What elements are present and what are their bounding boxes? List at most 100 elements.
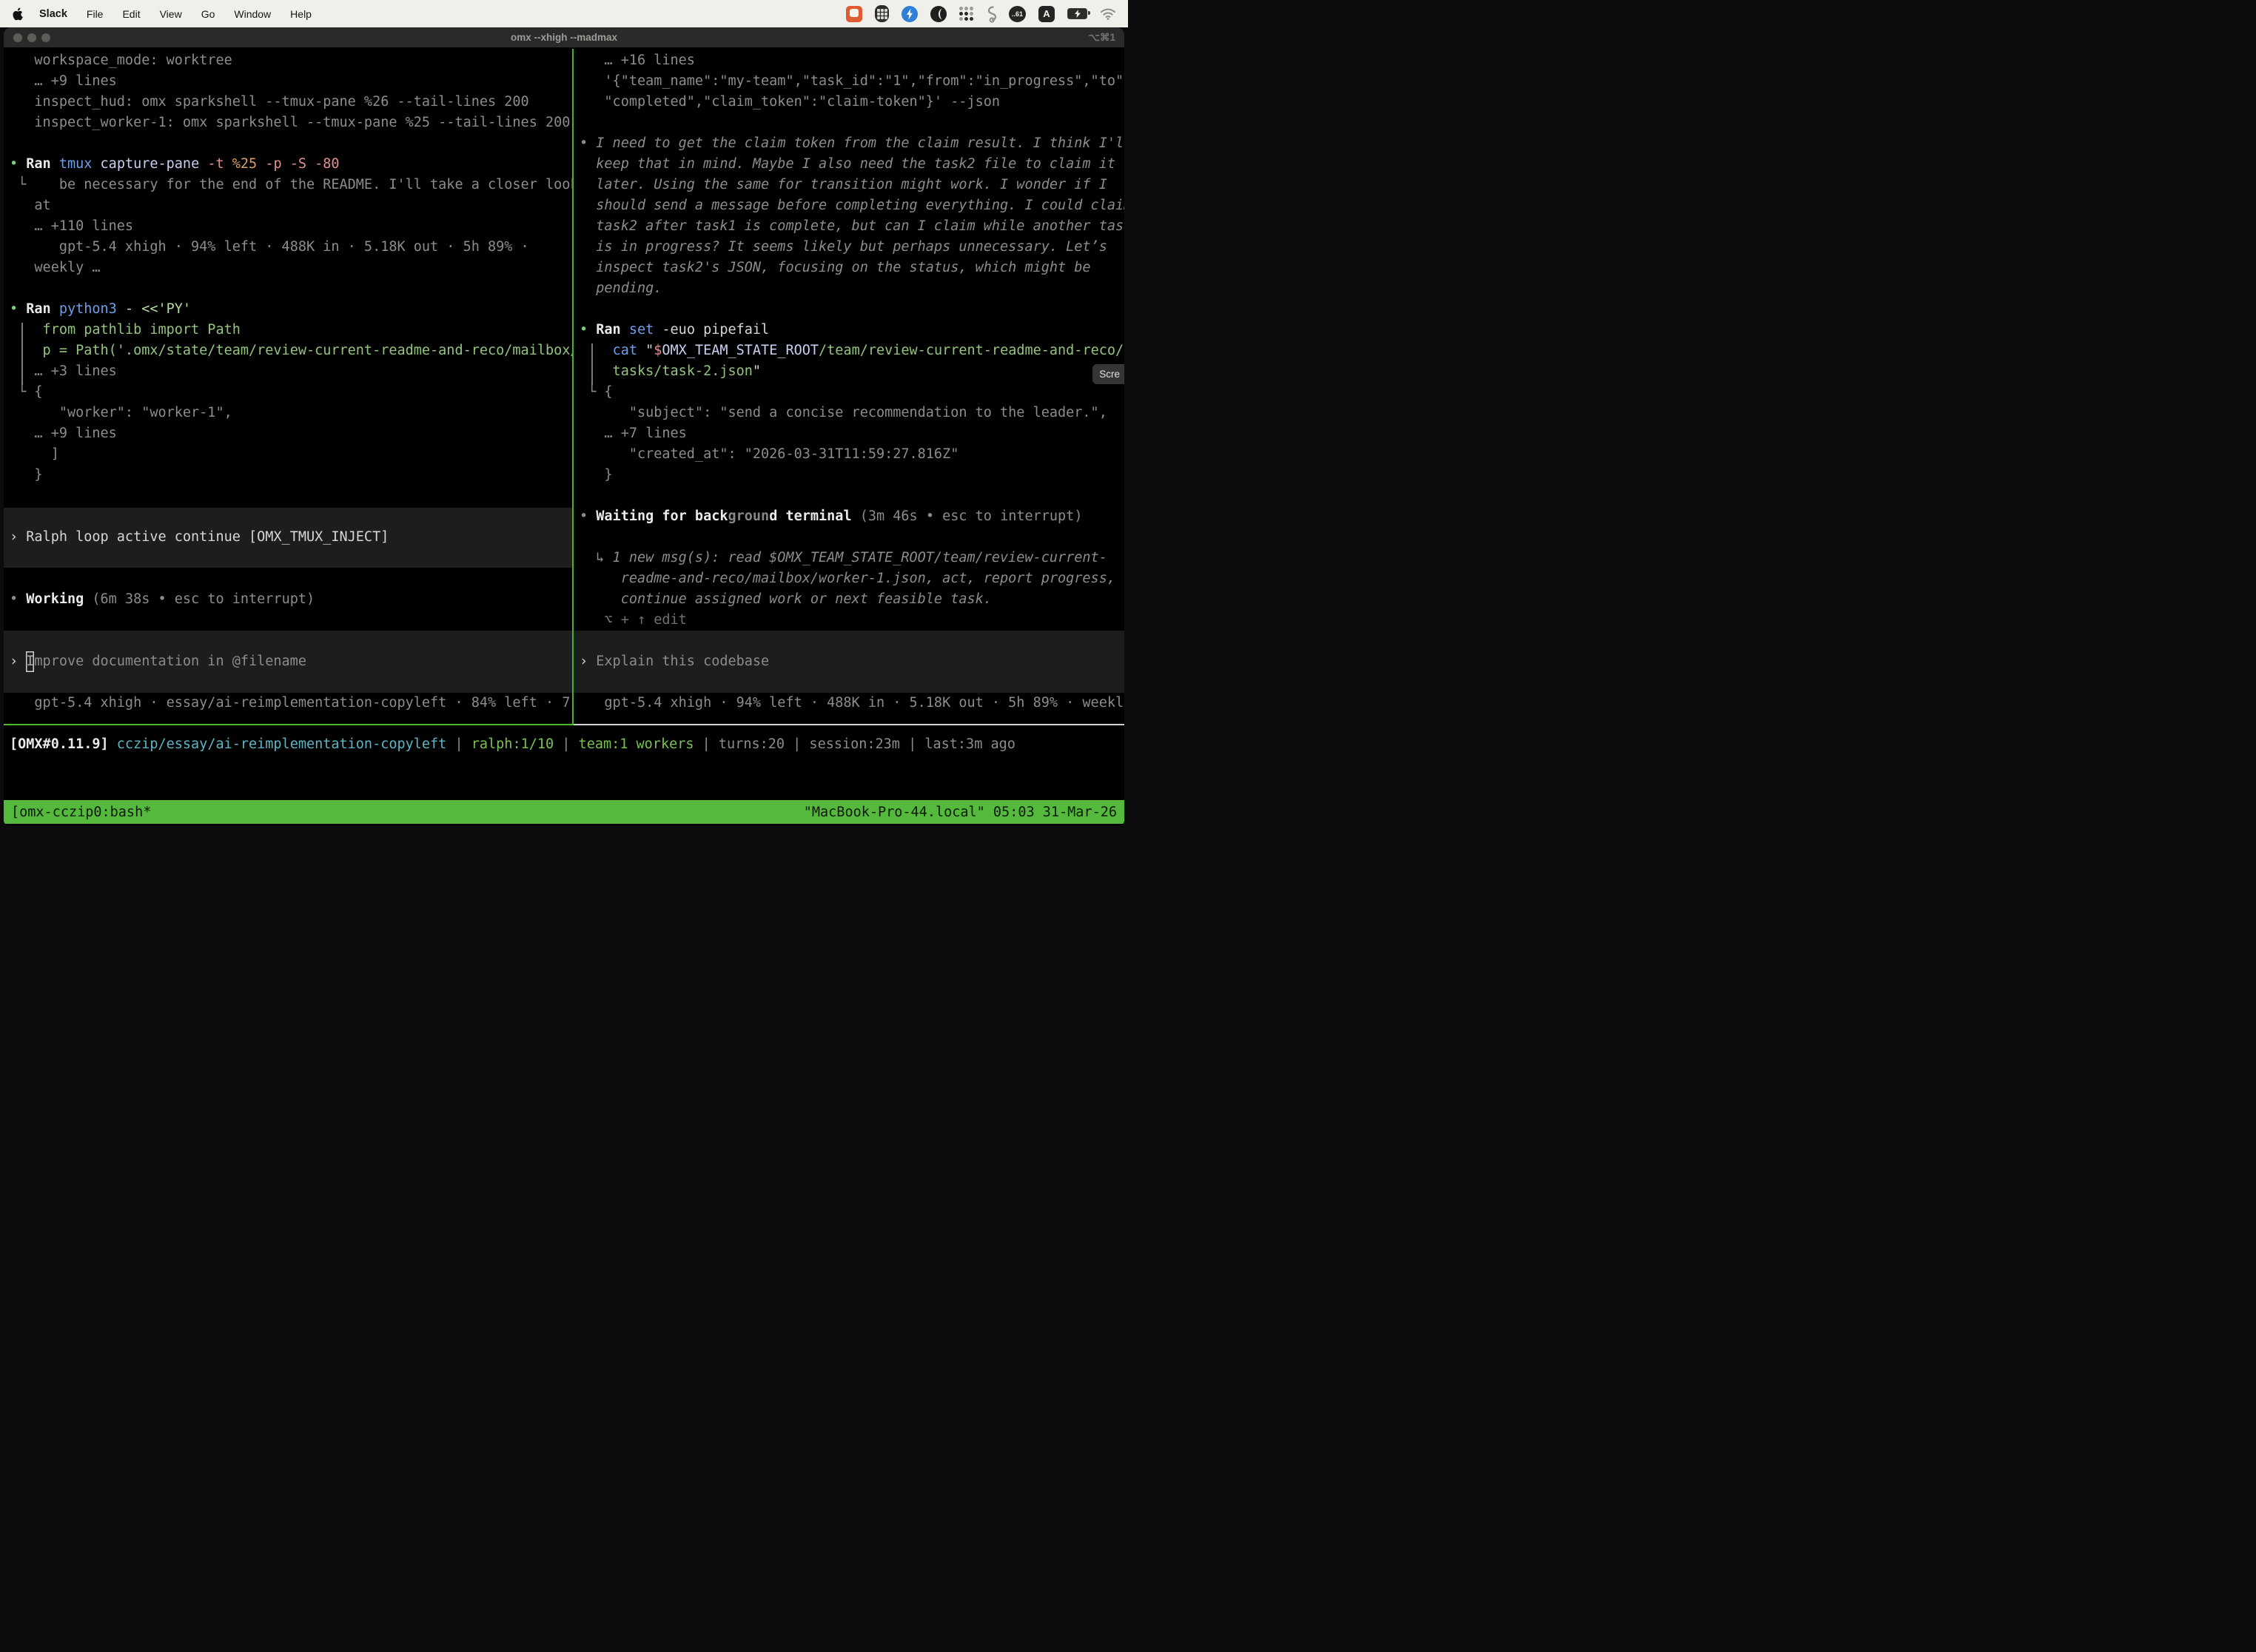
terminal-row: • Ran set -euo pipefail — [580, 320, 1124, 340]
terminal-row: • Waiting for background terminal (3m 46… — [580, 506, 1124, 527]
window-traffic-lights — [13, 27, 50, 47]
contrast-disc-icon[interactable] — [930, 6, 947, 22]
hook-icon[interactable] — [986, 5, 996, 23]
terminal-row: › Improve documentation in @filename — [10, 651, 572, 672]
terminal-row: task2 after task1 is complete, but can I… — [580, 216, 1124, 237]
active-app-menu[interactable]: Slack — [39, 8, 67, 20]
terminal-pane-left[interactable]: workspace_mode: worktree … +9 lines insp… — [4, 47, 572, 724]
terminal-row: • Ran python3 - <<'PY' — [10, 299, 572, 320]
terminal-row: › Ralph loop active continue [OMX_TMUX_I… — [10, 527, 572, 548]
terminal-row: … +3 lines — [10, 361, 572, 382]
window-shortcut-hint: ⌥⌘1 — [1088, 27, 1115, 47]
terminal-row — [10, 506, 572, 527]
terminal-row: • I need to get the claim token from the… — [580, 133, 1124, 154]
right-pane-separator-line — [574, 724, 1124, 725]
terminal-row: gpt-5.4 xhigh · essay/ai-reimplementatio… — [10, 693, 572, 713]
menu-item-help[interactable]: Help — [290, 8, 312, 20]
close-window-button[interactable] — [13, 33, 22, 42]
terminal-row — [580, 113, 1124, 133]
terminal-row: from pathlib import Path — [10, 320, 572, 340]
terminal-rows-right: … +16 lines '{"team_name":"my-team","tas… — [580, 50, 1124, 713]
terminal-row: "completed","claim_token":"claim-token"}… — [580, 92, 1124, 113]
terminal-row: gpt-5.4 xhigh · 94% left · 488K in · 5.1… — [10, 237, 572, 258]
terminal-row — [10, 486, 572, 506]
terminal-row — [10, 568, 572, 589]
terminal-row: inspect task2's JSON, focusing on the st… — [580, 258, 1124, 278]
zoom-window-button[interactable] — [41, 33, 50, 42]
menu-bar-status-icons: ..61 A — [846, 5, 1116, 23]
terminal-row — [10, 548, 572, 568]
keyboard-a-icon[interactable]: A — [1038, 6, 1055, 22]
left-pane-separator-line — [4, 724, 574, 725]
terminal-row: } — [580, 465, 1124, 486]
minimize-window-button[interactable] — [27, 33, 36, 42]
chat-app-icon[interactable] — [846, 6, 862, 22]
terminal-row: … +7 lines — [580, 423, 1124, 444]
menu-item-file[interactable]: File — [87, 8, 104, 20]
menu-item-go[interactable]: Go — [201, 8, 215, 20]
terminal-row: '{"team_name":"my-team","task_id":"1","f… — [580, 71, 1124, 92]
terminal-row: is in progress? It seems likely but perh… — [580, 237, 1124, 258]
terminal-row — [580, 299, 1124, 320]
terminal-row: tasks/task-2.json" — [580, 361, 1124, 382]
terminal-row — [10, 672, 572, 693]
terminal-row — [10, 133, 572, 154]
terminal-row — [10, 631, 572, 651]
terminal-row: ] — [10, 444, 572, 465]
dots-grid-icon[interactable] — [959, 7, 973, 21]
terminal-row: at — [10, 195, 572, 216]
terminal-content: workspace_mode: worktree … +9 lines insp… — [4, 47, 1124, 826]
terminal-row: later. Using the same for transition mig… — [580, 175, 1124, 195]
terminal-row: should send a message before completing … — [580, 195, 1124, 216]
terminal-row: … +110 lines — [10, 216, 572, 237]
terminal-row: › Explain this codebase — [580, 651, 1124, 672]
terminal-row: … +16 lines — [580, 50, 1124, 71]
terminal-row: └ be necessary for the end of the README… — [10, 175, 572, 195]
terminal-row: • Ran tmux capture-pane -t %25 -p -S -80 — [10, 154, 572, 175]
omx-status-line: [OMX#0.11.9] cczip/essay/ai-reimplementa… — [10, 734, 1124, 755]
terminal-row: • Working (6m 38s • esc to interrupt) — [10, 589, 572, 610]
terminal-row: weekly … — [10, 258, 572, 278]
terminal-pane-right[interactable]: … +16 lines '{"team_name":"my-team","tas… — [574, 47, 1124, 724]
terminal-row: └ { — [580, 382, 1124, 403]
terminal-row — [580, 486, 1124, 506]
terminal-row — [580, 672, 1124, 693]
tmux-status-bar: [omx-cczip0:bash* "MacBook-Pro-44.local"… — [4, 800, 1124, 824]
tmux-session-label: [omx-cczip0:bash* — [11, 805, 804, 820]
battery-icon[interactable] — [1067, 8, 1087, 19]
shield-grid-icon[interactable] — [875, 5, 889, 22]
terminal-row: … +9 lines — [10, 71, 572, 92]
terminal-row: inspect_hud: omx sparkshell --tmux-pane … — [10, 92, 572, 113]
terminal-row: p = Path('.omx/state/team/review-current… — [10, 340, 572, 361]
terminal-row: "created_at": "2026-03-31T11:59:27.816Z" — [580, 444, 1124, 465]
terminal-row: continue assigned work or next feasible … — [580, 589, 1124, 610]
terminal-window: omx --xhigh --madmax ⌥⌘1 workspace_mode:… — [4, 27, 1124, 826]
terminal-row: inspect_worker-1: omx sparkshell --tmux-… — [10, 113, 572, 133]
terminal-row: } — [10, 465, 572, 486]
terminal-row — [10, 278, 572, 299]
menu-item-edit[interactable]: Edit — [122, 8, 140, 20]
terminal-row: readme-and-reco/mailbox/worker-1.json, a… — [580, 568, 1124, 589]
terminal-row: └ { — [10, 382, 572, 403]
terminal-row — [580, 527, 1124, 548]
terminal-row: "worker": "worker-1", — [10, 403, 572, 423]
wifi-icon[interactable] — [1100, 8, 1116, 20]
terminal-row: [OMX#0.11.9] cczip/essay/ai-reimplementa… — [10, 734, 1124, 755]
window-title-bar[interactable]: omx --xhigh --madmax ⌥⌘1 — [4, 27, 1124, 47]
window-title: omx --xhigh --madmax — [4, 32, 1124, 43]
terminal-row: ↳ 1 new msg(s): read $OMX_TEAM_STATE_ROO… — [580, 548, 1124, 568]
tmux-host-clock-label: "MacBook-Pro-44.local" 05:03 31-Mar-26 — [804, 805, 1117, 820]
terminal-row — [10, 610, 572, 631]
bolt-circle-icon[interactable] — [902, 6, 918, 22]
terminal-row: keep that in mind. Maybe I also need the… — [580, 154, 1124, 175]
badge-61-icon[interactable]: ..61 — [1009, 6, 1026, 22]
terminal-row: workspace_mode: worktree — [10, 50, 572, 71]
menu-bar: Slack File Edit View Go Window Help ..61 — [0, 0, 1128, 27]
apple-menu-icon[interactable] — [12, 7, 23, 21]
terminal-row: … +9 lines — [10, 423, 572, 444]
terminal-row — [580, 631, 1124, 651]
menu-item-view[interactable]: View — [160, 8, 182, 20]
terminal-row: "subject": "send a concise recommendatio… — [580, 403, 1124, 423]
menu-item-window[interactable]: Window — [234, 8, 271, 20]
terminal-row: gpt-5.4 xhigh · 94% left · 488K in · 5.1… — [580, 693, 1124, 713]
